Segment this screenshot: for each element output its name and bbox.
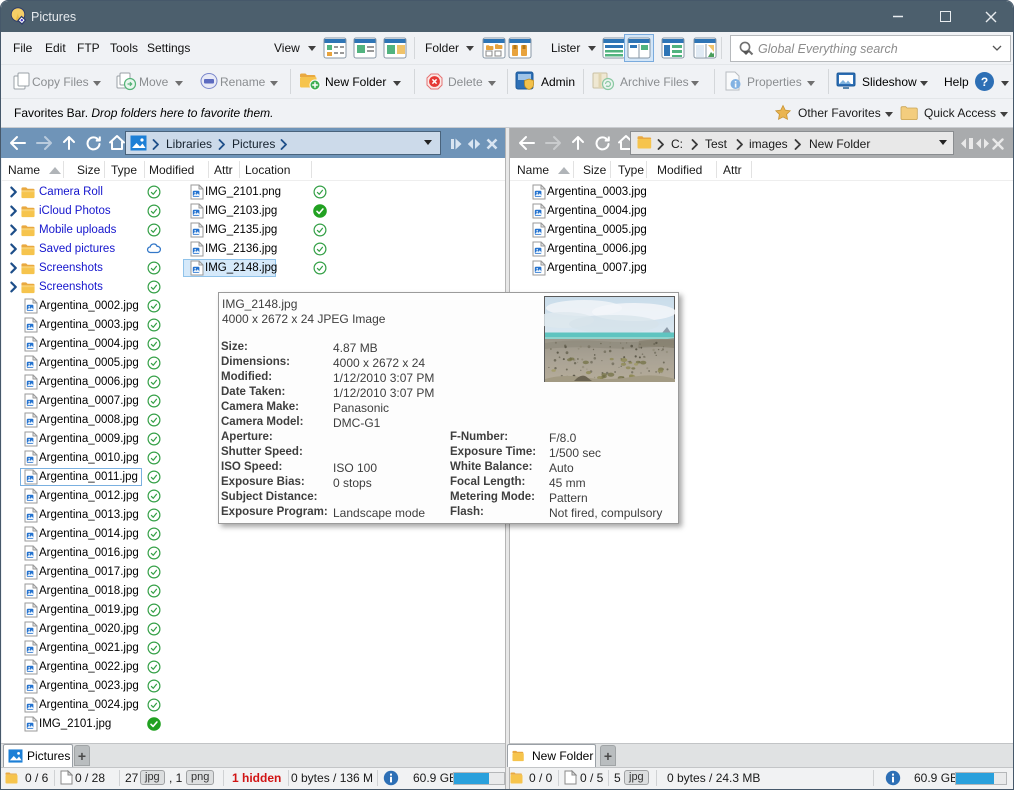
- svg-text:?: ?: [981, 75, 988, 89]
